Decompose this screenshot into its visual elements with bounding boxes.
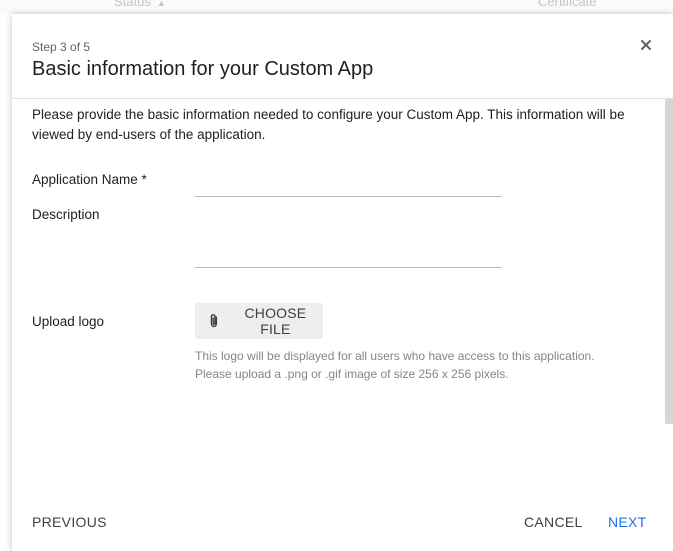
logo-hint-text: This logo will be displayed for all user…: [195, 349, 595, 381]
paperclip-icon: [210, 314, 218, 328]
choose-file-label: CHOOSE FILE: [244, 305, 307, 337]
status-header-label: Status: [114, 0, 151, 9]
custom-app-dialog: Step 3 of 5 Basic information for your C…: [12, 14, 673, 551]
scrollbar-thumb[interactable]: [665, 99, 673, 424]
description-label: Description: [32, 207, 100, 222]
cancel-button[interactable]: CANCEL: [524, 514, 583, 530]
upload-logo-label: Upload logo: [32, 314, 105, 329]
certificate-column-header[interactable]: Certificate: [538, 0, 597, 9]
page: Status ▲ Certificate Step 3 of 5 Basic in…: [0, 0, 673, 551]
application-name-input[interactable]: [195, 174, 502, 197]
background-table-header: Status ▲ Certificate: [0, 0, 673, 14]
dialog-title: Basic information for your Custom App: [32, 58, 374, 80]
choose-file-button[interactable]: CHOOSE FILE: [195, 303, 323, 339]
previous-button[interactable]: PREVIOUS: [32, 514, 107, 530]
header-divider: [12, 98, 673, 99]
next-button[interactable]: NEXT: [608, 514, 647, 530]
sort-arrow-icon: ▲: [156, 0, 166, 8]
intro-text: Please provide the basic information nee…: [32, 107, 625, 142]
status-column-header[interactable]: Status ▲: [114, 0, 166, 9]
description-input[interactable]: [195, 207, 502, 268]
application-name-label: Application Name *: [32, 172, 147, 187]
step-indicator: Step 3 of 5: [32, 40, 91, 54]
close-icon[interactable]: [639, 38, 653, 52]
